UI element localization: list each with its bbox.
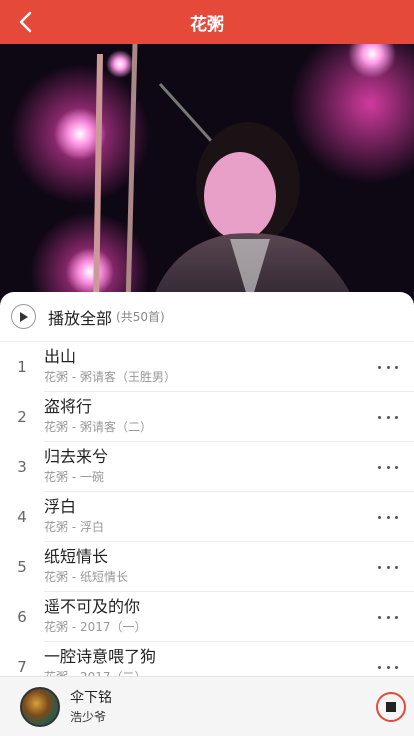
song-subtitle: 花粥 - 纸短情长 [44, 570, 128, 584]
song-count: (共50首) [116, 310, 165, 324]
play-all-icon-circle [11, 304, 36, 329]
song-subtitle: 花粥 - 粥请客（二） [44, 420, 152, 434]
song-row[interactable]: 3 归去来兮花粥 - 一碗 [0, 442, 414, 492]
song-list: 1 出山 花粥 - 粥请客（王胜男） 2 盗将行 花粥 - 粥请客（二） 3 归去来兮 花粥 -… [0, 342, 414, 676]
player-info[interactable]: 伞下铭 浩少爷 [70, 689, 376, 725]
now-playing-artist: 浩少爷 [70, 709, 107, 724]
song-info: 纸短情长花粥 - 纸短情长 [44, 542, 414, 592]
song-subtitle: 花粥 - 粥请客（王胜男） [44, 370, 176, 384]
song-info: 出山花粥 - 粥请客（王胜男） [44, 342, 414, 392]
back-button[interactable] [10, 7, 40, 37]
stop-button[interactable] [376, 691, 406, 722]
song-index: 2 [17, 408, 27, 426]
song-row[interactable]: 2 盗将行花粥 - 粥请客（二） [0, 392, 414, 442]
song-title: 出山 [44, 347, 77, 366]
more-options-icon[interactable] [378, 408, 398, 426]
album-art[interactable] [20, 686, 60, 727]
song-info: 浮白花粥 - 浮白 [44, 492, 414, 542]
song-title: 归去来兮 [44, 447, 109, 466]
mini-player: 伞下铭 浩少爷 [0, 676, 414, 736]
song-info: 遥不可及的你花粥 - 2017（一） [44, 592, 414, 642]
song-info: 盗将行花粥 - 粥请客（二） [44, 392, 414, 442]
now-playing-title: 伞下铭 [70, 689, 112, 706]
play-all-label: 播放全部 [48, 308, 113, 328]
song-subtitle: 花粥 - 2017（一） [44, 620, 147, 634]
stop-icon [386, 701, 396, 712]
more-options-icon[interactable] [378, 458, 398, 476]
more-options-icon[interactable] [378, 658, 398, 676]
more-options-icon[interactable] [378, 508, 398, 526]
song-title: 纸短情长 [44, 547, 109, 566]
song-title: 一腔诗意喂了狗 [44, 647, 157, 666]
song-title: 遥不可及的你 [44, 597, 141, 616]
song-subtitle: 花粥 - 浮白 [44, 520, 104, 534]
song-info: 归去来兮花粥 - 一碗 [44, 442, 414, 492]
song-index: 1 [17, 358, 27, 376]
song-row[interactable]: 4 浮白花粥 - 浮白 [0, 492, 414, 542]
page-title: 花粥 [190, 14, 224, 35]
song-index: 6 [17, 608, 27, 626]
song-subtitle: 花粥 - 2017（二） [44, 669, 364, 676]
song-index: 3 [17, 458, 27, 476]
chevron-left-icon [19, 11, 32, 33]
more-options-icon[interactable] [378, 558, 398, 576]
song-index: 5 [17, 558, 27, 576]
song-row[interactable]: 6 遥不可及的你花粥 - 2017（一） [0, 592, 414, 642]
song-index: 4 [17, 508, 27, 526]
song-row[interactable]: 5 纸短情长花粥 - 纸短情长 [0, 542, 414, 592]
song-index: 7 [17, 658, 27, 676]
song-subtitle: 花粥 - 一碗 [44, 470, 104, 484]
song-title: 浮白 [44, 497, 77, 516]
song-title: 盗将行 [44, 397, 93, 416]
more-options-icon[interactable] [378, 608, 398, 626]
song-row[interactable]: 7 一腔诗意喂了狗花粥 - 2017（二） [0, 642, 414, 676]
song-row[interactable]: 1 出山花粥 - 粥请客（王胜男） [0, 342, 414, 392]
play-all-button[interactable]: 播放全部 (共50首) [0, 292, 414, 342]
cover-image [0, 44, 414, 306]
app-header: 花粥 [0, 0, 414, 44]
more-options-icon[interactable] [378, 358, 398, 376]
play-icon [19, 311, 28, 322]
song-list-panel: 播放全部 (共50首) 1 出山 花粥 - 粥请客（王胜男） 2 盗将行 花粥 - 粥请客… [0, 292, 414, 676]
song-info: 一腔诗意喂了狗花粥 - 2017（二） [44, 642, 414, 676]
